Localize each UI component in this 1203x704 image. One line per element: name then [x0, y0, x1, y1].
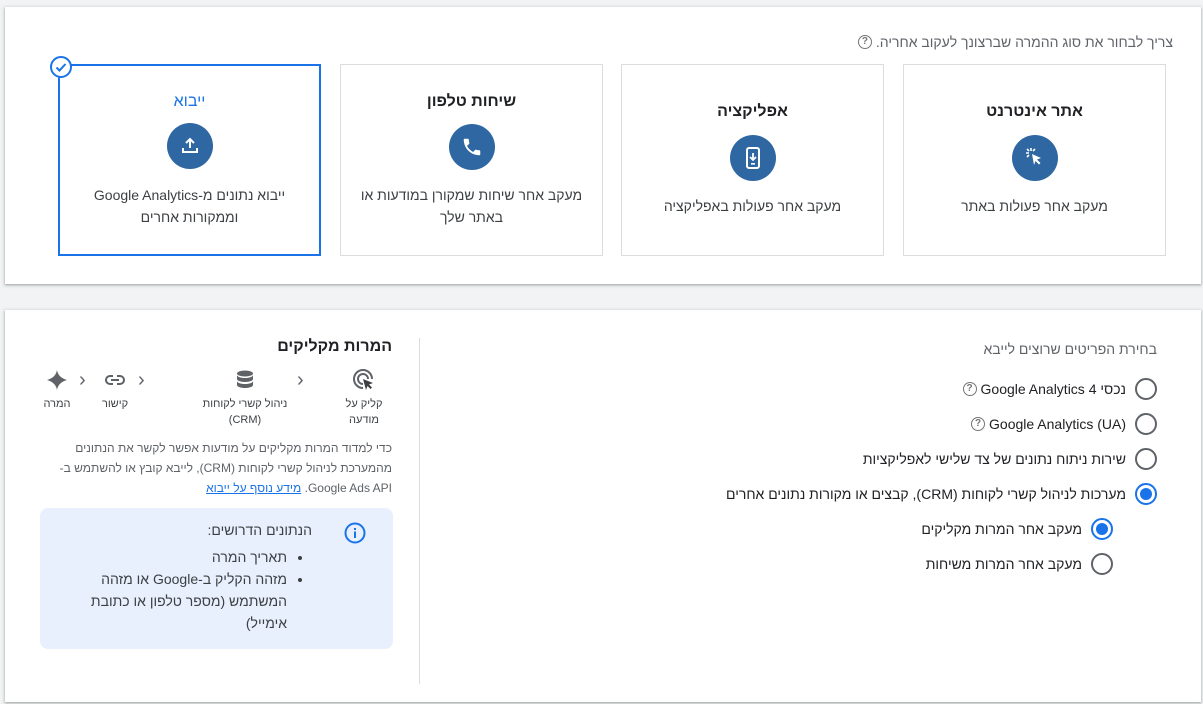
- flow-step-link: קישור: [96, 368, 134, 412]
- upload-icon: [166, 123, 213, 169]
- learn-more-link[interactable]: מידע נוסף על ייבוא: [206, 481, 301, 495]
- radio-button[interactable]: [1135, 483, 1157, 505]
- import-source-prompt: בחירת הפריטים שרוצים לייבא: [983, 341, 1157, 357]
- flow-step-label: קישור: [101, 398, 129, 410]
- checkmark-icon: [50, 56, 72, 78]
- type-option-title: אתר אינטרנט: [986, 103, 1083, 120]
- required-data-info-box: הנתונים הדרושים: תאריך המרה מזהה הקליק ב…: [40, 508, 393, 649]
- database-icon: [234, 368, 256, 392]
- radio-label: מערכות לניהול קשרי לקוחות (CRM), קבצים א…: [725, 486, 1126, 502]
- import-details-card: בחירת הפריטים שרוצים לייבא נכסי Google A…: [5, 310, 1201, 702]
- chevron-left-icon: ‹: [79, 369, 86, 391]
- conversion-type-prompt-text: צריך לבחור את סוג ההמרה שברצונך לעקוב אח…: [875, 34, 1173, 50]
- radio-label: מעקב אחר המרות משיחות: [925, 556, 1082, 572]
- radio-label: נכסי Google Analytics 4: [980, 381, 1126, 397]
- type-option-import[interactable]: ייבוא ייבוא נתונים מ-Google Analytics ומ…: [50, 56, 321, 256]
- type-option-app[interactable]: אפליקציה מעקב אחר פעולות באפליקציה: [621, 64, 884, 256]
- radio-option-click-conversions[interactable]: מעקב אחר המרות מקליקים: [921, 518, 1113, 540]
- type-option-phone-calls[interactable]: שיחות טלפון מעקב אחר שיחות שמקורן במודעו…: [340, 64, 603, 256]
- radio-option-crm[interactable]: מערכות לניהול קשרי לקוחות (CRM), קבצים א…: [726, 483, 1157, 505]
- list-item: תאריך המרה: [85, 546, 287, 568]
- type-option-title: אפליקציה: [717, 103, 788, 120]
- radio-button[interactable]: [1135, 378, 1157, 400]
- conversion-type-card: צריך לבחור את סוג ההמרה שברצונך לעקוב אח…: [5, 7, 1201, 284]
- radio-label: שירות ניתוח נתונים של צד שלישי לאפליקציו…: [862, 451, 1126, 467]
- vertical-divider: [419, 338, 420, 684]
- radio-button[interactable]: [1091, 518, 1113, 540]
- required-data-list: תאריך המרה מזהה הקליק ב-Google או מזהה ה…: [85, 546, 305, 634]
- phone-icon: [448, 124, 495, 170]
- flow-step-ad-click: קליק על מודעה: [336, 368, 392, 428]
- radio-button[interactable]: [1135, 448, 1157, 470]
- flow-step-label: קליק על מודעה: [345, 398, 383, 426]
- radio-option-third-party[interactable]: שירות ניתוח נתונים של צד שלישי לאפליקציו…: [863, 448, 1157, 470]
- type-option-description: מעקב אחר פעולות באפליקציה: [663, 198, 842, 214]
- help-icon[interactable]: ?: [962, 382, 977, 396]
- link-icon: [103, 368, 127, 392]
- flow-step-label: ניהול קשרי לקוחות (CRM): [202, 398, 288, 426]
- smartphone-download-icon: [729, 135, 776, 181]
- radio-option-call-conversions[interactable]: מעקב אחר המרות משיחות: [926, 553, 1113, 575]
- type-option-website[interactable]: אתר אינטרנט מעקב אחר פעולות באתר: [903, 64, 1166, 256]
- radio-button[interactable]: [1135, 413, 1157, 435]
- radio-option-ga4[interactable]: נכסי Google Analytics 4 ?: [959, 378, 1157, 400]
- conversion-type-prompt: צריך לבחור את סוג ההמרה שברצונך לעקוב אח…: [854, 34, 1173, 50]
- radio-button[interactable]: [1091, 553, 1113, 575]
- list-item: מזהה הקליק ב-Google או מזהה המשתמש (מספר…: [85, 568, 287, 634]
- ad-click-icon: [352, 368, 376, 392]
- radio-label: מעקב אחר המרות מקליקים: [921, 521, 1082, 537]
- flow-step-label: המרה: [43, 398, 71, 410]
- cursor-click-icon: [1011, 135, 1058, 181]
- flow-step-conversion: המרה: [36, 368, 78, 412]
- info-box-title: הנתונים הדרושים:: [207, 522, 312, 538]
- sparkle-icon: [46, 368, 68, 392]
- info-icon: [344, 522, 366, 549]
- type-option-description: ייבוא נתונים מ-Google Analytics וממקורות…: [93, 187, 286, 225]
- type-option-title: שיחות טלפון: [426, 93, 517, 110]
- help-icon[interactable]: ?: [857, 35, 872, 49]
- help-icon[interactable]: ?: [971, 417, 986, 431]
- panel-title: המרות מקליקים: [277, 338, 392, 355]
- type-option-description: מעקב אחר פעולות באתר: [961, 198, 1108, 214]
- radio-option-ua[interactable]: Google Analytics (UA) ?: [967, 413, 1157, 435]
- type-option-description: מעקב אחר שיחות שמקורן במודעות או באתר של…: [360, 187, 583, 225]
- flow-step-crm: ניהול קשרי לקוחות (CRM): [185, 368, 305, 428]
- chevron-left-icon: ‹: [138, 369, 145, 391]
- type-option-title: ייבוא: [173, 93, 206, 110]
- radio-label: Google Analytics (UA): [989, 416, 1126, 432]
- panel-explanation: כדי למדוד המרות מקליקים על מודעות אפשר ל…: [51, 438, 392, 498]
